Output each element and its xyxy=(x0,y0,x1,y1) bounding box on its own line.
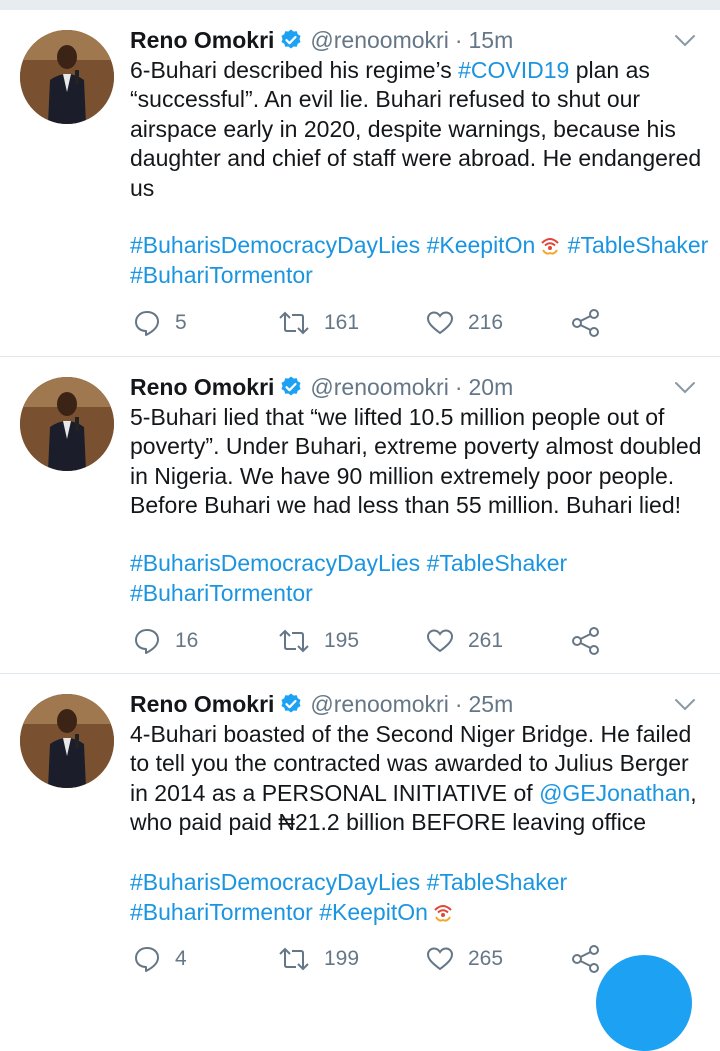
tweet-actions: 4 199 265 xyxy=(130,942,610,976)
hashtag-link[interactable]: #BuharisDemocracyDayLies #TableShaker xyxy=(130,867,710,897)
tweet-actions: 5 161 216 xyxy=(130,306,610,340)
tweet-text: 5-Buhari lied that “we lifted 10.5 milli… xyxy=(130,403,705,521)
retweet-count: 199 xyxy=(324,947,360,970)
compose-fab[interactable] xyxy=(596,955,692,1051)
chevron-down-icon[interactable] xyxy=(674,34,696,48)
tweet-text: 6-Buhari described his regime’s #COVID19… xyxy=(130,56,705,203)
reply-icon xyxy=(133,945,161,973)
tweet-actions: 16 195 261 xyxy=(130,624,610,658)
separator: · xyxy=(454,373,463,400)
reply-icon xyxy=(133,627,161,655)
author-name[interactable]: Reno Omokri xyxy=(130,27,274,54)
reply-count: 16 xyxy=(175,629,199,652)
heart-icon xyxy=(426,627,454,655)
retweet-icon xyxy=(278,627,310,655)
retweet-icon xyxy=(278,309,310,337)
like-count: 261 xyxy=(468,629,504,652)
hashtag-link[interactable]: #BuhariTormentor #KeepitOn xyxy=(130,899,428,925)
hashtag-link[interactable]: #BuharisDemocracyDayLies #TableShaker xyxy=(130,548,710,578)
reply-count: 5 xyxy=(175,311,187,334)
retweet-button[interactable]: 195 xyxy=(278,624,359,658)
tweet-text-part: 5-Buhari lied that “we lifted 10.5 milli… xyxy=(130,404,708,519)
reply-count: 4 xyxy=(175,947,187,970)
like-count: 216 xyxy=(468,311,504,334)
hashtags: #BuharisDemocracyDayLies #KeepitOn #Tabl… xyxy=(130,230,710,290)
share-icon xyxy=(571,945,601,973)
heart-icon xyxy=(426,945,454,973)
author-name[interactable]: Reno Omokri xyxy=(130,374,274,401)
reply-button[interactable]: 5 xyxy=(133,306,187,340)
tweet-header: Reno Omokri @renoomokri · 20m xyxy=(130,372,513,402)
timestamp[interactable]: 15m xyxy=(469,27,514,54)
chevron-down-icon[interactable] xyxy=(674,381,696,395)
hashtags: #BuharisDemocracyDayLies #TableShaker #B… xyxy=(130,548,710,608)
separator: · xyxy=(454,26,463,53)
top-divider xyxy=(0,0,720,10)
hashtag-link[interactable]: #BuharisDemocracyDayLies #KeepitOn xyxy=(130,232,535,258)
tweet[interactable]: Reno Omokri @renoomokri · 15m 6-Buhari d… xyxy=(0,10,720,357)
reply-button[interactable]: 4 xyxy=(133,942,187,976)
retweet-count: 161 xyxy=(324,311,360,334)
signal-emoji-icon xyxy=(432,900,454,922)
retweet-button[interactable]: 161 xyxy=(278,306,359,340)
avatar[interactable] xyxy=(20,377,114,471)
share-icon xyxy=(571,627,601,655)
hashtags: #BuharisDemocracyDayLies #TableShaker #B… xyxy=(130,867,710,927)
like-count: 265 xyxy=(468,947,504,970)
author-handle[interactable]: @renoomokri xyxy=(310,691,448,718)
signal-emoji-icon xyxy=(539,233,561,255)
author-handle[interactable]: @renoomokri xyxy=(310,27,448,54)
share-icon xyxy=(571,309,601,337)
hashtag-link[interactable]: #TableShaker xyxy=(568,232,709,258)
reply-button[interactable]: 16 xyxy=(133,624,198,658)
author-handle[interactable]: @renoomokri xyxy=(310,374,448,401)
share-button[interactable] xyxy=(571,624,601,658)
retweet-icon xyxy=(278,945,310,973)
retweet-count: 195 xyxy=(324,629,360,652)
author-name[interactable]: Reno Omokri xyxy=(130,691,274,718)
share-button[interactable] xyxy=(571,306,601,340)
like-button[interactable]: 216 xyxy=(426,306,503,340)
reply-icon xyxy=(133,309,161,337)
chevron-down-icon[interactable] xyxy=(674,698,696,712)
verified-badge-icon xyxy=(279,692,303,716)
hashtag-link[interactable]: #BuhariTormentor xyxy=(130,578,710,608)
avatar[interactable] xyxy=(20,694,114,788)
tweet[interactable]: Reno Omokri @renoomokri · 25m 4-Buhari b… xyxy=(0,674,720,990)
verified-badge-icon xyxy=(279,28,303,52)
mention-link[interactable]: @GEJonathan xyxy=(539,780,690,806)
hashtag-link[interactable]: #COVID19 xyxy=(458,57,569,83)
timestamp[interactable]: 25m xyxy=(469,691,514,718)
avatar[interactable] xyxy=(20,30,114,124)
retweet-button[interactable]: 199 xyxy=(278,942,359,976)
tweet-text-part: 6-Buhari described his regime’s xyxy=(130,57,459,83)
share-button[interactable] xyxy=(571,942,601,976)
hashtag-link[interactable]: #BuhariTormentor xyxy=(130,262,313,288)
like-button[interactable]: 261 xyxy=(426,624,503,658)
separator: · xyxy=(454,690,463,717)
tweet-header: Reno Omokri @renoomokri · 25m xyxy=(130,689,513,719)
tweet-text: 4-Buhari boasted of the Second Niger Bri… xyxy=(130,720,705,838)
tweet[interactable]: Reno Omokri @renoomokri · 20m 5-Buhari l… xyxy=(0,357,720,674)
verified-badge-icon xyxy=(279,375,303,399)
tweet-header: Reno Omokri @renoomokri · 15m xyxy=(130,25,513,55)
timestamp[interactable]: 20m xyxy=(469,374,514,401)
heart-icon xyxy=(426,309,454,337)
like-button[interactable]: 265 xyxy=(426,942,503,976)
